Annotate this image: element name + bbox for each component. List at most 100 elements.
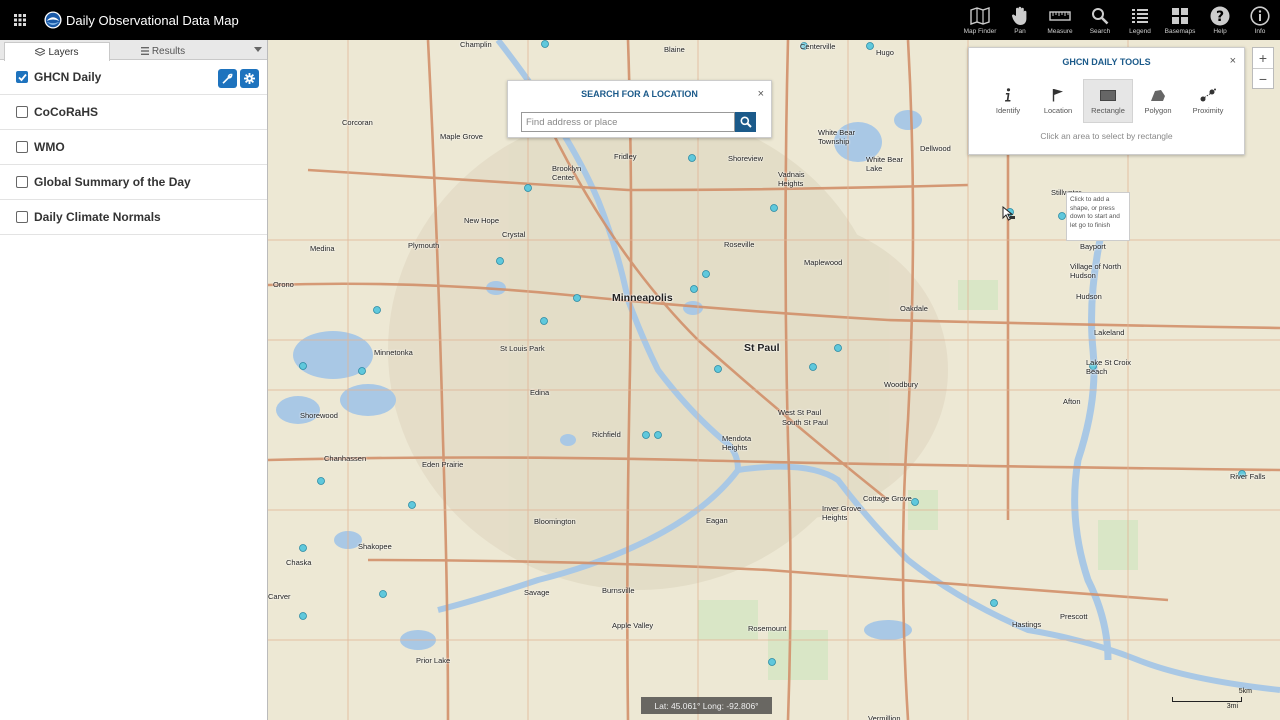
place-label: Blaine bbox=[664, 45, 685, 54]
layer-label: Global Summary of the Day bbox=[34, 175, 191, 189]
layer-checkbox[interactable] bbox=[16, 71, 28, 83]
identify-tool-button[interactable]: Identify bbox=[983, 79, 1033, 123]
location-tool-button[interactable]: Location bbox=[1033, 79, 1083, 123]
place-label: Lakeland bbox=[1094, 328, 1125, 337]
place-label: Lake St Croix Beach bbox=[1086, 358, 1132, 376]
ghcn-tools-panel: GHCN DAILY TOOLS × Identify Location Rec… bbox=[968, 47, 1245, 155]
layer-cocorahs: CoCoRaHS bbox=[0, 95, 267, 130]
rectangle-tool-button[interactable]: Rectangle bbox=[1083, 79, 1133, 123]
panel-tabs: Layers Results bbox=[0, 40, 267, 61]
place-label: Edina bbox=[530, 388, 550, 397]
legend-button[interactable]: Legend bbox=[1120, 0, 1160, 40]
apps-grid-icon[interactable] bbox=[0, 0, 40, 40]
place-label: Chanhassen bbox=[324, 454, 367, 463]
place-label: Rosemount bbox=[748, 624, 787, 633]
tool-label: Location bbox=[1043, 106, 1073, 115]
layer-checkbox[interactable] bbox=[16, 106, 28, 118]
tool-label: Measure bbox=[1047, 28, 1073, 35]
place-label: Hudson bbox=[1076, 292, 1102, 301]
place-label: Eagan bbox=[706, 516, 728, 525]
list-icon bbox=[140, 47, 149, 55]
place-label: Eden Prairie bbox=[422, 460, 464, 469]
place-label: Corcoran bbox=[342, 118, 373, 127]
measure-button[interactable]: Measure bbox=[1040, 0, 1080, 40]
main-toolbar: Map Finder Pan Measure Search Legend Bas… bbox=[960, 0, 1280, 40]
close-icon[interactable]: × bbox=[758, 88, 764, 100]
info-button[interactable]: Info bbox=[1240, 0, 1280, 40]
tools-hint: Click an area to select by rectangle bbox=[1040, 131, 1173, 141]
hand-icon bbox=[1009, 5, 1031, 27]
collapse-caret-icon[interactable] bbox=[253, 44, 263, 54]
tab-results[interactable]: Results bbox=[110, 42, 216, 60]
tool-label: Search bbox=[1089, 28, 1111, 35]
basemaps-button[interactable]: Basemaps bbox=[1160, 0, 1200, 40]
tool-label: Rectangle bbox=[1091, 106, 1125, 115]
draw-tooltip: Click to add a shape, or press down to s… bbox=[1066, 192, 1130, 241]
place-label: Dellwood bbox=[920, 144, 951, 153]
layer-checkbox[interactable] bbox=[16, 141, 28, 153]
tool-label: Polygon bbox=[1144, 106, 1172, 115]
layer-label: GHCN Daily bbox=[34, 70, 102, 84]
close-icon[interactable]: × bbox=[1230, 55, 1236, 67]
layer-checkbox[interactable] bbox=[16, 211, 28, 223]
flag-icon bbox=[1049, 87, 1067, 103]
place-label: Minnetonka bbox=[374, 348, 413, 357]
place-label: Hugo bbox=[876, 48, 894, 57]
place-label: Shakopee bbox=[358, 542, 392, 551]
layer-tools-button[interactable] bbox=[218, 69, 237, 88]
gear-icon bbox=[244, 73, 255, 84]
top-bar: Daily Observational Data Map Map Finder … bbox=[0, 0, 1280, 40]
place-label: Richfield bbox=[592, 430, 621, 439]
zoom-in-button[interactable]: + bbox=[1253, 48, 1273, 68]
ruler-icon bbox=[1049, 5, 1071, 27]
layer-daily-normals: Daily Climate Normals bbox=[0, 200, 267, 235]
layer-label: CoCoRaHS bbox=[34, 105, 99, 119]
map-finder-button[interactable]: Map Finder bbox=[960, 0, 1000, 40]
layer-wmo: WMO bbox=[0, 130, 267, 165]
proximity-tool-button[interactable]: Proximity bbox=[1183, 79, 1233, 123]
tool-label: Map Finder bbox=[963, 28, 997, 35]
proximity-icon bbox=[1199, 87, 1217, 103]
search-input[interactable] bbox=[521, 112, 735, 132]
basemaps-icon bbox=[1169, 5, 1191, 27]
place-label: Shorewood bbox=[300, 411, 338, 420]
polygon-icon bbox=[1149, 87, 1167, 103]
layer-settings-button[interactable] bbox=[240, 69, 259, 88]
tab-label: Results bbox=[151, 45, 186, 57]
rectangle-icon bbox=[1099, 87, 1117, 103]
place-label: Minneapolis bbox=[612, 292, 673, 304]
place-label: River Falls bbox=[1230, 472, 1266, 481]
place-label: Plymouth bbox=[408, 241, 440, 250]
place-label: White Bear Township bbox=[818, 128, 856, 146]
checkmark-icon bbox=[17, 73, 27, 81]
search-button[interactable]: Search bbox=[1080, 0, 1120, 40]
scale-km-label: 5km bbox=[1238, 688, 1252, 695]
polygon-tool-button[interactable]: Polygon bbox=[1133, 79, 1183, 123]
search-icon bbox=[1089, 5, 1111, 27]
place-label: Vermillion bbox=[868, 714, 901, 720]
layers-panel: Layers Results GHCN Daily CoCoRaHS WMO G… bbox=[0, 40, 268, 720]
place-label: Brooklyn Center bbox=[552, 164, 582, 182]
place-label: Medina bbox=[310, 244, 335, 253]
tool-label: Legend bbox=[1129, 28, 1151, 35]
layer-global-summary: Global Summary of the Day bbox=[0, 165, 267, 200]
layer-checkbox[interactable] bbox=[16, 176, 28, 188]
place-label: Maple Grove bbox=[440, 132, 483, 141]
layer-ghcn-daily: GHCN Daily bbox=[0, 60, 267, 95]
info-icon bbox=[1249, 5, 1271, 27]
search-location-dialog: SEARCH FOR A LOCATION × bbox=[507, 80, 772, 138]
help-button[interactable]: ? Help bbox=[1200, 0, 1240, 40]
scale-mi-label: 3mi bbox=[1226, 703, 1238, 710]
zoom-out-button[interactable]: − bbox=[1253, 68, 1273, 88]
place-label: Prescott bbox=[1060, 612, 1088, 621]
place-label: St Louis Park bbox=[500, 344, 545, 353]
tab-layers[interactable]: Layers bbox=[4, 42, 110, 61]
search-submit-button[interactable] bbox=[735, 112, 756, 132]
place-label: Woodbury bbox=[884, 380, 919, 389]
place-label: Fridley bbox=[614, 152, 637, 161]
place-label: Hastings bbox=[1012, 620, 1042, 629]
tool-label: Proximity bbox=[1192, 106, 1224, 115]
pan-button[interactable]: Pan bbox=[1000, 0, 1040, 40]
map-finder-icon bbox=[969, 5, 991, 27]
tool-label: Basemaps bbox=[1164, 28, 1196, 35]
